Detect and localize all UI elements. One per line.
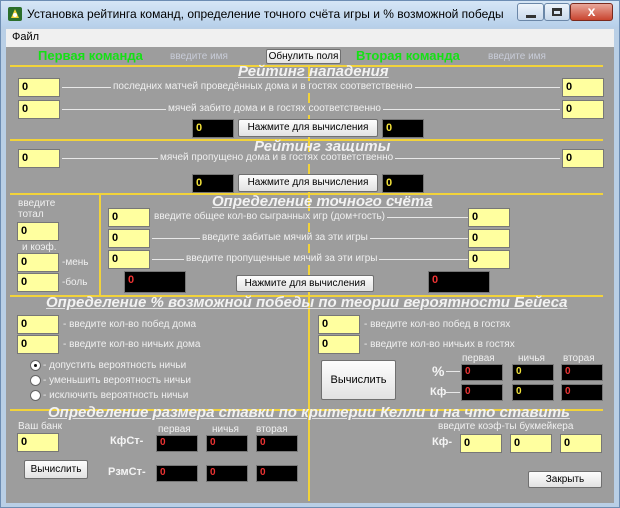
leader-line: [446, 392, 460, 393]
kelly-title: Определение размера ставки по критерии К…: [48, 404, 570, 421]
bank-label: Ваш банк: [18, 421, 62, 432]
title-bar[interactable]: Установка рейтинга команд, определение т…: [1, 1, 619, 27]
kelly-size-label: РзмСт-: [108, 466, 146, 478]
attack-matches-right-input[interactable]: 0: [562, 78, 604, 97]
exact-games-right-input[interactable]: 0: [468, 208, 510, 227]
attack-title: Рейтинг нападения: [238, 63, 389, 80]
bookmaker-second-input[interactable]: 0: [560, 434, 602, 453]
kelly-size-first: 0: [156, 465, 198, 482]
kelly-kf-second: 0: [256, 435, 298, 452]
attack-matches-left-input[interactable]: 0: [18, 78, 60, 97]
exact-games-label: введите общее кол-во сыгранных игр (дом+…: [152, 211, 388, 223]
percent-first: 0: [461, 364, 503, 381]
maximize-button[interactable]: [544, 3, 570, 21]
menu-bar: Файл: [6, 29, 614, 47]
minimize-icon: [526, 15, 536, 18]
attack-calc-button[interactable]: Нажмите для вычисления: [238, 119, 378, 137]
bookmaker-first-input[interactable]: 0: [460, 434, 502, 453]
radio-reduce-draw-label: - уменьшить вероятность ничьи: [43, 375, 191, 386]
total-more-label: -боль: [62, 277, 88, 288]
exact-scored-right-input[interactable]: 0: [468, 229, 510, 248]
total-less-input[interactable]: 0: [17, 253, 59, 272]
second-team-label: Вторая команда: [356, 48, 460, 63]
defense-result-right: 0: [382, 174, 424, 193]
attack-goals-left-input[interactable]: 0: [18, 100, 60, 119]
leader-line: [446, 371, 460, 372]
exact-result-right: 0: [428, 271, 490, 293]
radio-exclude-draw-label: - исключить вероятность ничьи: [43, 390, 189, 401]
defense-conceded-label: мячей пропущено дома и в гостях соответс…: [158, 152, 396, 164]
maximize-icon: [552, 8, 562, 16]
bookmaker-draw-input[interactable]: 0: [510, 434, 552, 453]
bayes-title: Определение % возможной победы по теории…: [46, 294, 568, 311]
percent-label: %: [432, 363, 445, 379]
kelly-size-draw: 0: [206, 465, 248, 482]
exact-calc-button[interactable]: Нажмите для вычисления: [236, 275, 374, 292]
total-more-input[interactable]: 0: [17, 273, 59, 292]
percent-second: 0: [561, 364, 603, 381]
defense-left-input[interactable]: 0: [18, 149, 60, 168]
percent-draw: 0: [512, 364, 554, 381]
radio-exclude-draw[interactable]: [30, 390, 41, 401]
exact-games-left-input[interactable]: 0: [108, 208, 150, 227]
second-team-name-input[interactable]: введите имя: [488, 51, 546, 62]
away-draws-label: - введите кол-во ничьих в гостях: [364, 339, 515, 350]
defense-right-input[interactable]: 0: [562, 149, 604, 168]
kelly-kf-label: КфСт-: [110, 435, 144, 447]
total-input[interactable]: 0: [17, 222, 59, 241]
close-button[interactable]: x: [570, 3, 613, 21]
radio-reduce-draw[interactable]: [30, 375, 41, 386]
away-wins-label: - введите кол-во побед в гостях: [364, 319, 511, 330]
attack-matches-label: последних матчей проведённых дома и в го…: [111, 81, 415, 93]
kelly-kf-draw: 0: [206, 435, 248, 452]
app-window: Установка рейтинга команд, определение т…: [0, 0, 620, 508]
attack-goals-right-input[interactable]: 0: [562, 100, 604, 119]
bayes-coef-label: Кф: [430, 386, 447, 398]
close-app-button[interactable]: Закрыть: [528, 471, 602, 488]
defense-result-left: 0: [192, 174, 234, 193]
first-team-label: Первая команда: [38, 48, 143, 63]
bookmaker-label: введите коэф-ты букмейкера: [438, 421, 574, 432]
coef-second: 0: [561, 384, 603, 401]
total-label: тотал: [18, 209, 44, 220]
attack-result-left: 0: [192, 119, 234, 138]
radio-allow-draw-label: - допустить вероятность ничьи: [43, 360, 187, 371]
window-title: Установка рейтинга команд, определение т…: [27, 7, 504, 21]
exact-scored-left-input[interactable]: 0: [108, 229, 150, 248]
reset-fields-button[interactable]: Обнулить поля: [266, 49, 341, 64]
exact-result-left: 0: [124, 271, 186, 293]
bookmaker-coef-label: Кф-: [432, 436, 453, 448]
total-less-label: -мень: [62, 257, 89, 268]
first-team-name-input[interactable]: введите имя: [170, 51, 228, 62]
home-draws-input[interactable]: 0: [17, 335, 59, 354]
bank-input[interactable]: 0: [17, 433, 59, 452]
coef-first: 0: [461, 384, 503, 401]
minimize-button[interactable]: [517, 3, 544, 21]
defense-calc-button[interactable]: Нажмите для вычисления: [238, 174, 378, 192]
exact-score-title: Определение точного счёта: [212, 193, 433, 210]
away-draws-input[interactable]: 0: [318, 335, 360, 354]
attack-result-right: 0: [382, 119, 424, 138]
close-icon: x: [587, 3, 596, 19]
exact-conceded-label: введите пропущенные мячий за эти игры: [184, 253, 380, 265]
exact-conceded-right-input[interactable]: 0: [468, 250, 510, 269]
radio-allow-draw[interactable]: [30, 360, 41, 371]
exact-conceded-left-input[interactable]: 0: [108, 250, 150, 269]
bayes-calc-button[interactable]: Вычислить: [321, 360, 396, 400]
away-wins-input[interactable]: 0: [318, 315, 360, 334]
home-draws-label: - введите кол-во ничьих дома: [63, 339, 201, 350]
home-wins-label: - введите кол-во побед дома: [63, 319, 197, 330]
attack-goals-label: мячей забито дома и в гостях соответстве…: [166, 103, 383, 115]
client-area: Первая команда введите имя Обнулить поля…: [6, 47, 614, 503]
kelly-kf-first: 0: [156, 435, 198, 452]
exact-scored-label: введите забитые мячий за эти игры: [200, 232, 370, 244]
coef-draw: 0: [512, 384, 554, 401]
kelly-calc-button[interactable]: Вычислить: [24, 460, 88, 479]
kelly-size-second: 0: [256, 465, 298, 482]
app-icon: [8, 7, 22, 21]
total-divider: [99, 195, 101, 295]
home-wins-input[interactable]: 0: [17, 315, 59, 334]
menu-file[interactable]: Файл: [12, 31, 39, 43]
